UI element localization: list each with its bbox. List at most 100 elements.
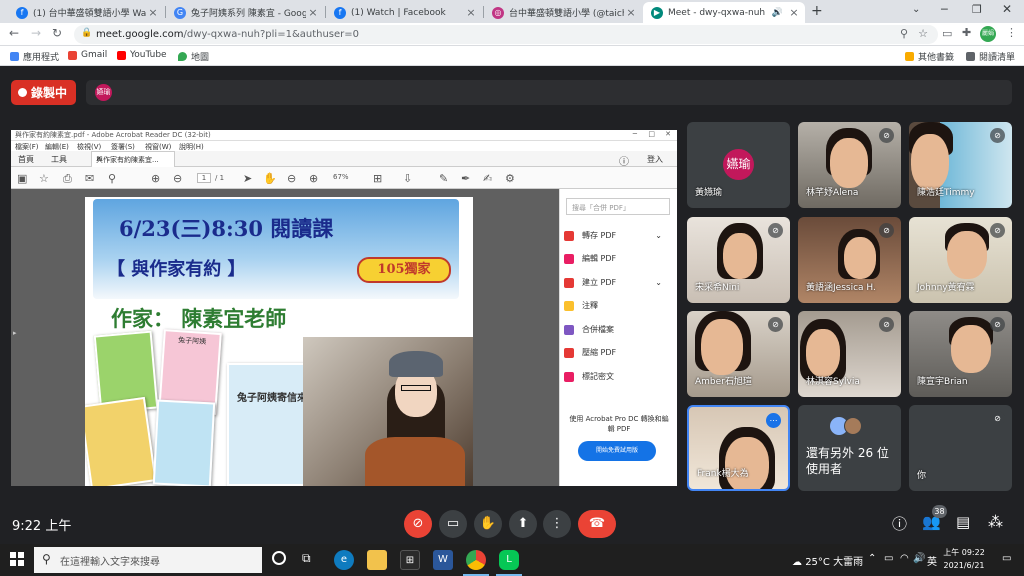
- participant-tile[interactable]: ⊘ 林芊妤Alena: [798, 122, 901, 208]
- fit-page-icon: ⊞: [373, 172, 383, 185]
- browser-tab-active[interactable]: ▶ Meet - dwy-qxwa-nuh 🔊 ×: [643, 2, 805, 23]
- gmail-icon: [68, 50, 77, 60]
- windows-start-icon[interactable]: [10, 552, 24, 566]
- speaker-icon[interactable]: 🔊: [772, 8, 783, 18]
- pdf-view: 6/23(三)8:30 閱讀課 【 與作家有約 】 105獨家 作家： 陳素宜老…: [11, 189, 559, 486]
- star-icon: ☆: [39, 172, 49, 185]
- highlight-icon: ✒: [461, 172, 471, 185]
- tab-home: 首頁: [18, 155, 34, 164]
- word-icon[interactable]: W: [433, 550, 453, 570]
- address-bar-row: ← → ↻ 🔒 meet.google.com/dwy-qxwa-nuh?pli…: [0, 23, 1024, 46]
- pdf-page: 6/23(三)8:30 閱讀課 【 與作家有約 】 105獨家 作家： 陳素宜老…: [85, 197, 473, 486]
- weather-widget[interactable]: ☁ 25°C 大雷雨: [792, 553, 863, 568]
- folder-icon: [905, 52, 914, 61]
- tab-search-icon[interactable]: ⌄: [912, 4, 920, 15]
- url-input[interactable]: 🔒 meet.google.com/dwy-qxwa-nuh?pli=1&aut…: [74, 25, 938, 44]
- more-options-icon[interactable]: ⋯: [766, 413, 781, 428]
- more-options-button[interactable]: ⋮: [543, 510, 571, 538]
- avatar: 嬿瑜: [95, 84, 112, 101]
- close-icon[interactable]: ×: [306, 6, 320, 19]
- task-view-icon[interactable]: ⧉: [302, 551, 311, 566]
- tool-export-pdf: 轉存 PDF ⌄: [564, 230, 676, 241]
- taskbar-search-input[interactable]: ⚲ 在這裡輸入文字來搜尋: [34, 547, 262, 573]
- taskbar-clock[interactable]: 上午 09:22 2021/6/21: [940, 546, 988, 572]
- meeting-clock: 9:22 上午: [12, 519, 72, 534]
- bookmark-reading-list[interactable]: 閱讀清單: [966, 50, 1015, 63]
- bookmark-youtube[interactable]: YouTube: [117, 50, 167, 60]
- file-explorer-icon[interactable]: [367, 550, 387, 570]
- notification-icon[interactable]: ▭: [1002, 553, 1011, 564]
- recording-badge[interactable]: 錄製中: [11, 80, 76, 105]
- participant-tile[interactable]: ⊘ 宋采希Nini: [687, 217, 790, 303]
- volume-icon[interactable]: 🔊: [913, 553, 925, 564]
- profile-avatar[interactable]: 麗娟: [980, 26, 996, 42]
- browser-tab[interactable]: f(1) 台中華盛頓雙語小學 Washin×: [8, 2, 164, 23]
- chrome-icon[interactable]: [466, 550, 486, 570]
- extensions-icon[interactable]: ✚: [962, 26, 971, 39]
- create-pdf-icon: [564, 277, 574, 288]
- participant-tile[interactable]: ⊘ 林淇容Sylvia: [798, 311, 901, 397]
- participant-tile[interactable]: 嬿瑜 黃嬿瑜: [687, 122, 790, 208]
- window-close-icon[interactable]: ✕: [1002, 2, 1012, 16]
- browser-tab[interactable]: G兔子阿姨系列 陳素宜 - Google 搜×: [166, 2, 324, 23]
- minimize-icon[interactable]: ─: [941, 3, 948, 16]
- menu-icon[interactable]: ⋮: [1006, 26, 1017, 39]
- login-link: 登入: [647, 155, 663, 164]
- participant-tile[interactable]: ⊘ 陳宣宇Brian: [909, 311, 1012, 397]
- mail-icon: ✉: [85, 172, 95, 185]
- input-language[interactable]: 英: [927, 553, 937, 568]
- poster-subtitle: 【 與作家有約 】: [107, 259, 246, 280]
- chat-icon[interactable]: ▤: [956, 513, 970, 531]
- line-icon[interactable]: L: [499, 550, 519, 570]
- record-dot-icon: [18, 88, 27, 97]
- poster-title: 6/23(三)8:30 閱讀課: [119, 216, 334, 241]
- mic-off-icon: ⊘: [879, 128, 894, 143]
- close-icon[interactable]: ×: [464, 6, 478, 19]
- participant-tile[interactable]: ⊘ Amber石旭瑄: [687, 311, 790, 397]
- end-call-button[interactable]: ☎: [578, 510, 616, 538]
- present-button[interactable]: ⬆: [509, 510, 537, 538]
- tray-chevron-icon[interactable]: ⌃: [868, 553, 876, 564]
- bookmark-apps[interactable]: 應用程式: [10, 50, 59, 63]
- participant-overflow-tile[interactable]: 還有另外 26 位使用者: [798, 405, 901, 491]
- browser-tab[interactable]: ◎台中華盛頓雙語小學 (@taichun×: [484, 2, 642, 23]
- network-icon[interactable]: ▭: [884, 553, 893, 564]
- close-icon[interactable]: ×: [146, 6, 160, 19]
- info-icon[interactable]: ⓘ: [892, 513, 907, 534]
- mic-toggle-button[interactable]: ⊘: [404, 510, 432, 538]
- compress-icon: [564, 347, 574, 358]
- participant-tile[interactable]: ⊘ 陳浩廷Timmy: [909, 122, 1012, 208]
- bookmark-other[interactable]: 其他書籤: [905, 50, 954, 63]
- shared-screen: 與作家有約陳素宜.pdf - Adobe Acrobat Reader DC (…: [11, 130, 677, 486]
- cast-icon[interactable]: ▭: [942, 27, 952, 40]
- weather-cloud-icon: ☁: [792, 557, 806, 568]
- wifi-icon[interactable]: ◠: [900, 553, 909, 564]
- activities-icon[interactable]: ⁂: [988, 513, 1003, 531]
- lock-icon[interactable]: 🔒: [81, 28, 92, 38]
- reload-icon[interactable]: ↻: [52, 26, 62, 40]
- edge-icon[interactable]: e: [334, 550, 354, 570]
- mic-off-icon: ⊘: [990, 128, 1005, 143]
- camera-toggle-button[interactable]: ▭: [439, 510, 467, 538]
- participant-tile-active[interactable]: ⋯ Frank楊大為: [687, 405, 790, 491]
- participant-tile[interactable]: ⊘ 黃語涵Jessica H.: [798, 217, 901, 303]
- zoom-icon[interactable]: ⚲: [900, 27, 908, 40]
- page-number: 1: [197, 173, 211, 183]
- self-tile[interactable]: ⊘ 你: [909, 405, 1012, 491]
- maximize-icon[interactable]: ❐: [972, 3, 982, 16]
- forward-icon[interactable]: →: [31, 26, 41, 40]
- store-icon[interactable]: ⊞: [400, 550, 420, 570]
- bookmark-star-icon[interactable]: ☆: [918, 27, 928, 40]
- close-icon[interactable]: ×: [787, 6, 801, 19]
- back-icon[interactable]: ←: [9, 26, 19, 40]
- participant-tile[interactable]: ⊘ Johnny黃宥霖: [909, 217, 1012, 303]
- bookmark-maps[interactable]: 地圖: [178, 50, 209, 63]
- facebook-icon: f: [16, 6, 28, 19]
- cortana-icon[interactable]: [272, 551, 286, 565]
- close-icon[interactable]: ×: [624, 6, 638, 19]
- bookmark-gmail[interactable]: Gmail: [68, 50, 107, 60]
- new-tab-button[interactable]: +: [811, 3, 823, 19]
- participant-name: 林芊妤Alena: [806, 188, 859, 198]
- raise-hand-button[interactable]: ✋: [474, 510, 502, 538]
- browser-tab[interactable]: f (1) Watch | Facebook ×: [326, 2, 482, 23]
